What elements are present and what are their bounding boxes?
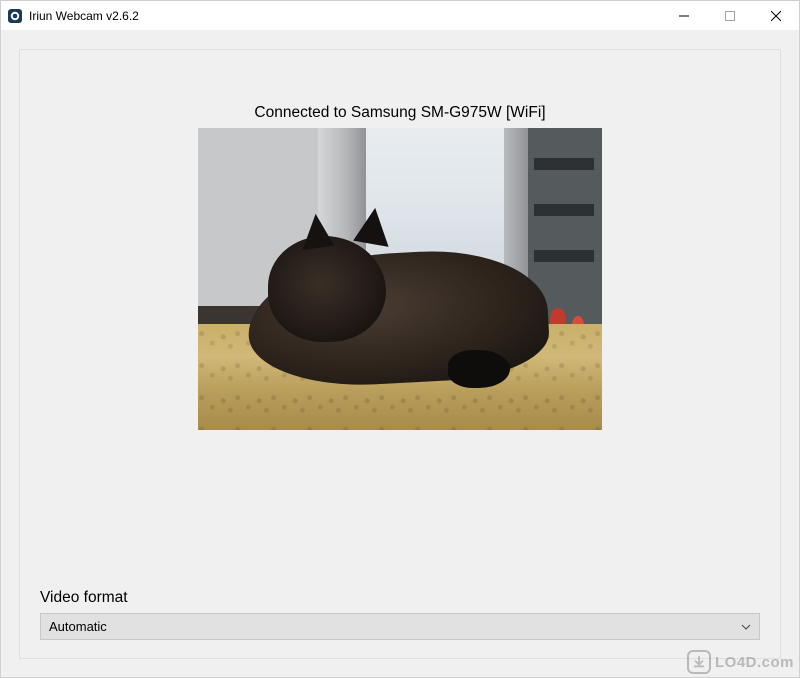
maximize-button[interactable] <box>707 1 753 31</box>
connection-status: Connected to Samsung SM-G975W [WiFi] <box>254 104 545 122</box>
client-area: Connected to Samsung SM-G975W [WiFi] <box>1 31 799 677</box>
close-button[interactable] <box>753 1 799 31</box>
video-format-label: Video format <box>40 589 760 607</box>
chevron-down-icon <box>741 622 751 632</box>
window-controls <box>661 1 799 30</box>
video-format-value: Automatic <box>49 619 741 634</box>
inner-frame: Connected to Samsung SM-G975W [WiFi] <box>19 49 781 659</box>
video-format-select[interactable]: Automatic <box>40 613 760 640</box>
app-window: Iriun Webcam v2.6.2 Connected to Samsung… <box>0 0 800 678</box>
preview-area: Connected to Samsung SM-G975W [WiFi] <box>40 70 760 589</box>
app-icon <box>7 8 23 24</box>
video-format-section: Video format Automatic <box>40 589 760 640</box>
window-title: Iriun Webcam v2.6.2 <box>29 9 661 23</box>
titlebar: Iriun Webcam v2.6.2 <box>1 1 799 31</box>
video-preview <box>198 128 602 430</box>
minimize-button[interactable] <box>661 1 707 31</box>
